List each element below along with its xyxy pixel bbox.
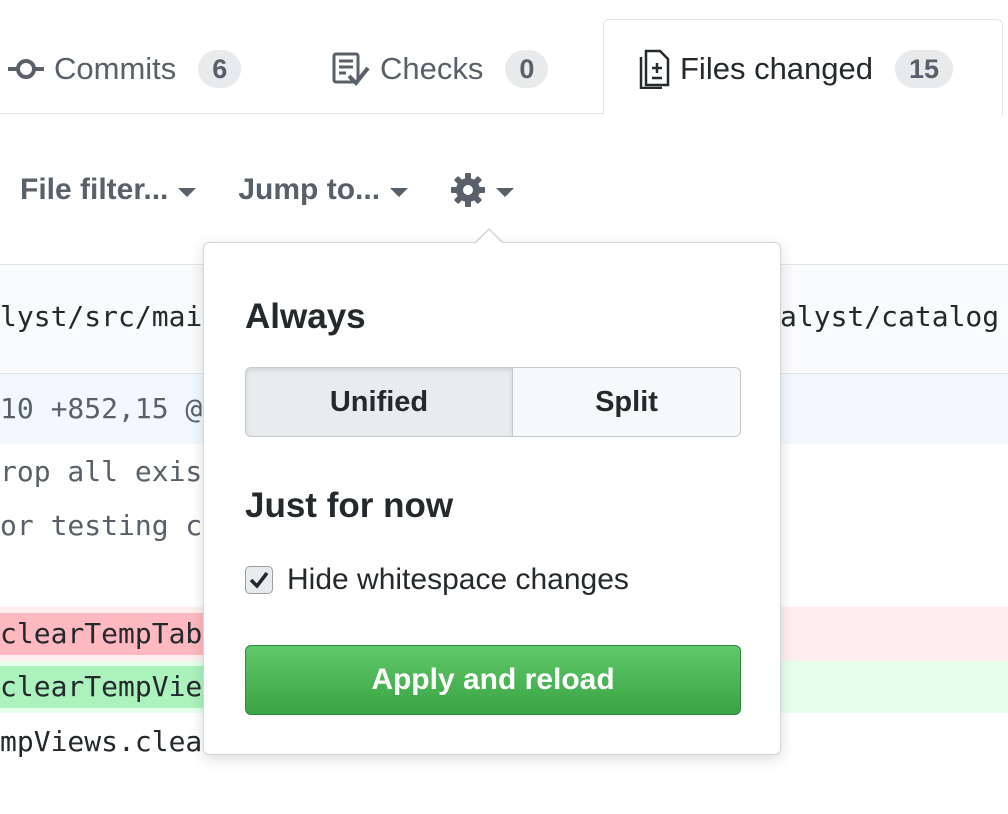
file-path-left[interactable]: lyst/src/mai (0, 300, 202, 333)
hunk-header-text: 10 +852,15 @ (0, 392, 203, 425)
jump-to-label: Jump to... (238, 173, 381, 206)
files-counter: 15 (895, 49, 954, 88)
tab-checks-label: Checks (380, 51, 484, 86)
tab-files-changed[interactable]: Files changed 15 (603, 19, 1003, 115)
tab-commits[interactable]: Commits 6 (8, 44, 242, 94)
chevron-down-icon (496, 187, 515, 197)
just-for-now-heading: Just for now (245, 486, 454, 525)
file-filter-label: File filter... (20, 173, 169, 206)
hide-whitespace-label: Hide whitespace changes (287, 563, 629, 596)
checklist-icon (332, 52, 370, 86)
diff-settings-button[interactable] (450, 172, 515, 208)
tab-commits-label: Commits (54, 51, 177, 86)
view-mode-toggle: Unified Split (245, 367, 741, 437)
hide-whitespace-checkbox[interactable] (245, 566, 273, 594)
git-commit-icon (8, 57, 44, 81)
tabbar-divider (0, 113, 604, 114)
unified-button[interactable]: Unified (245, 367, 513, 437)
jump-to-dropdown[interactable]: Jump to... (238, 173, 409, 207)
diff-toolbar: File filter... Jump to... (20, 165, 556, 215)
commits-counter: 6 (198, 50, 242, 88)
checks-counter: 0 (505, 50, 549, 88)
checkmark-icon (249, 571, 269, 589)
pr-tabbar: Commits 6 Checks 0 Files changed 15 (0, 0, 1008, 115)
hide-whitespace-option[interactable]: Hide whitespace changes (245, 563, 629, 597)
always-heading: Always (245, 297, 366, 336)
apply-and-reload-button[interactable]: Apply and reload (245, 645, 741, 715)
gear-icon (450, 172, 486, 208)
tab-checks[interactable]: Checks 0 (332, 44, 549, 94)
diff-settings-popover: Always Unified Split Just for now Hide w… (203, 242, 781, 755)
split-button[interactable]: Split (513, 367, 741, 437)
file-diff-icon (638, 49, 670, 89)
context-line: rop all exis (0, 455, 203, 488)
chevron-down-icon (178, 187, 197, 197)
chevron-down-icon (390, 187, 409, 197)
file-filter-dropdown[interactable]: File filter... (20, 173, 197, 207)
tab-files-label: Files changed (680, 50, 874, 86)
deleted-line: clearTempTab (0, 617, 203, 650)
context-line: or testing c (0, 509, 203, 542)
file-path-right[interactable]: alyst/catalog (780, 300, 999, 333)
popover-arrow-fill (475, 230, 503, 244)
added-line: clearTempVie (0, 670, 203, 703)
context-line: mpViews.clea (0, 725, 203, 758)
